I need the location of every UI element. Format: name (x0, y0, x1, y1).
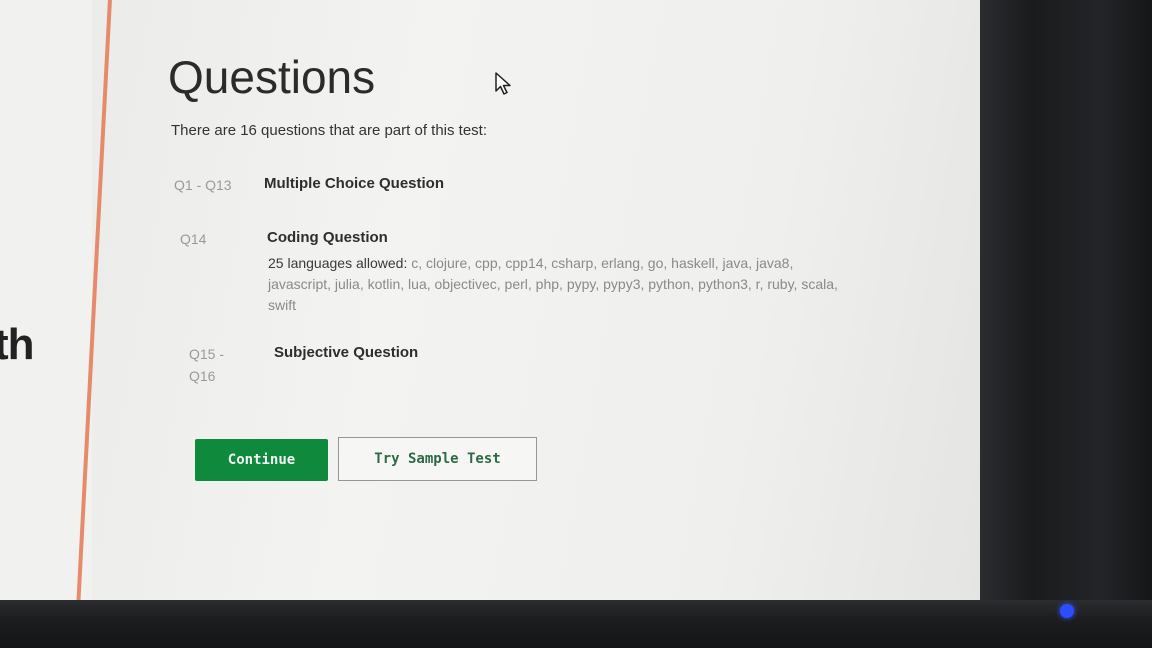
languages-count: 25 languages allowed: (268, 255, 408, 271)
mouse-pointer-icon (495, 72, 511, 95)
side-panel-text: th (0, 320, 35, 369)
screen: th Questions There are 16 questions that… (0, 0, 984, 608)
question-type: Multiple Choice Question (264, 175, 445, 192)
questions-section: Questions There are 16 questions that ar… (96, 0, 984, 608)
continue-button[interactable]: Continue (195, 439, 328, 481)
page-title: Questions (168, 51, 376, 103)
power-led-icon (1060, 604, 1074, 618)
try-sample-test-button[interactable]: Try Sample Test (338, 437, 537, 481)
intro-text: There are 16 questions that are part of … (171, 122, 488, 139)
question-range-start: Q15 - (189, 346, 225, 362)
monitor-bezel-bottom (0, 600, 1152, 648)
question-range: Q14 (180, 231, 207, 247)
left-side-panel: th (0, 0, 92, 608)
question-description: 25 languages allowed: c, clojure, cpp, c… (268, 253, 858, 316)
question-range: Q1 - Q13 (174, 177, 232, 193)
question-type: Subjective Question (274, 344, 419, 361)
question-range-end: Q16 (189, 368, 216, 384)
question-type: Coding Question (267, 229, 388, 246)
monitor-bezel-right (980, 0, 1152, 648)
